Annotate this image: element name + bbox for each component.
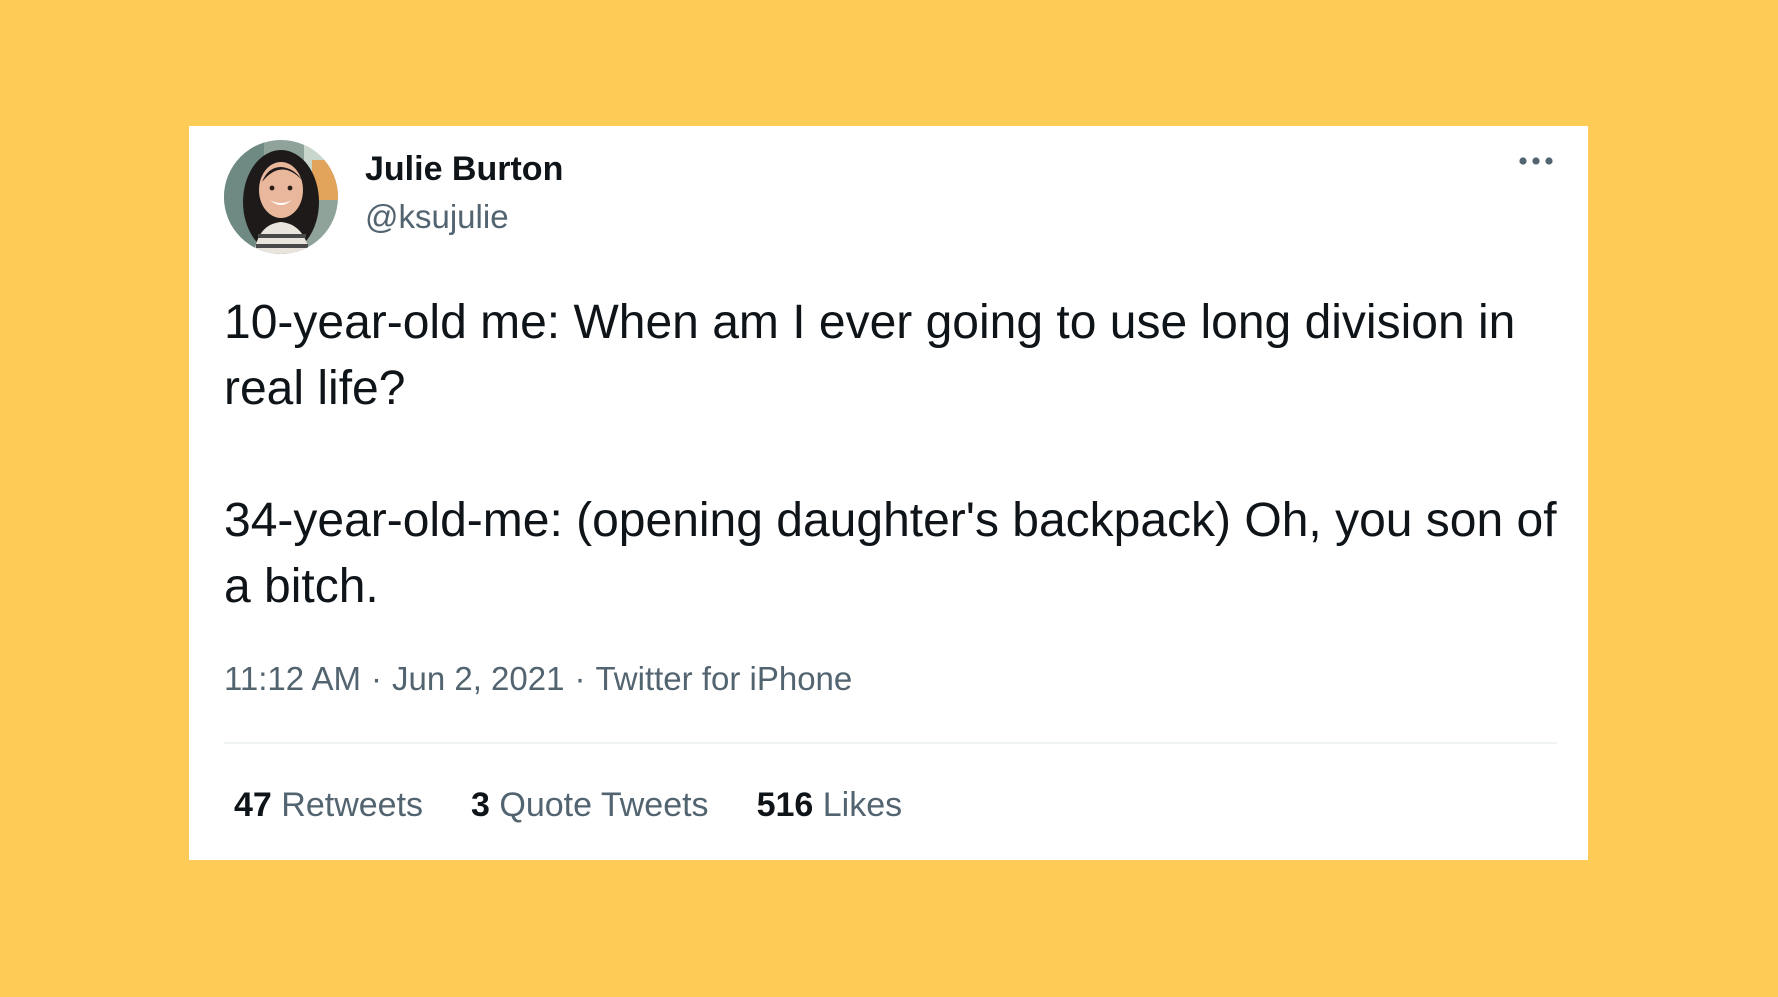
likes-label: Likes <box>822 786 903 824</box>
tweet-date[interactable]: Jun 2, 2021 <box>392 660 564 697</box>
tweet-time[interactable]: 11:12 AM <box>224 660 361 697</box>
meta-separator: · <box>370 660 382 697</box>
tweet-text-line: 34-year-old-me: (opening daughter's back… <box>224 494 1557 613</box>
tweet-card: Julie Burton @ksujulie 10-year-old me: W… <box>189 126 1588 860</box>
avatar[interactable] <box>224 140 338 254</box>
retweets-label: Retweets <box>281 786 424 824</box>
tweet-text-line: 10-year-old me: When am I ever going to … <box>224 296 1516 415</box>
tweet-source[interactable]: Twitter for iPhone <box>595 660 852 697</box>
likes-stat[interactable]: 516 Likes <box>757 786 903 825</box>
author-name[interactable]: Julie Burton <box>365 150 563 189</box>
likes-count: 516 <box>756 786 814 824</box>
retweets-stat[interactable]: 47 Retweets <box>234 786 423 825</box>
tweet-stats: 47 Retweets 3 Quote Tweets 516 Likes <box>234 786 902 825</box>
divider <box>224 742 1557 744</box>
quote-tweets-count: 3 <box>471 786 490 824</box>
more-options-button[interactable] <box>1514 146 1558 176</box>
quote-tweets-stat[interactable]: 3 Quote Tweets <box>471 786 709 825</box>
profile-photo <box>224 140 338 254</box>
author-handle[interactable]: @ksujulie <box>365 198 509 236</box>
meta-separator: · <box>574 660 586 697</box>
tweet-text: 10-year-old me: When am I ever going to … <box>224 290 1564 620</box>
more-horizontal-icon <box>1519 157 1553 165</box>
tweet-meta: 11:12 AM · Jun 2, 2021 · Twitter for iPhone <box>224 660 852 698</box>
quote-tweets-label: Quote Tweets <box>499 786 709 824</box>
retweets-count: 47 <box>234 786 272 824</box>
